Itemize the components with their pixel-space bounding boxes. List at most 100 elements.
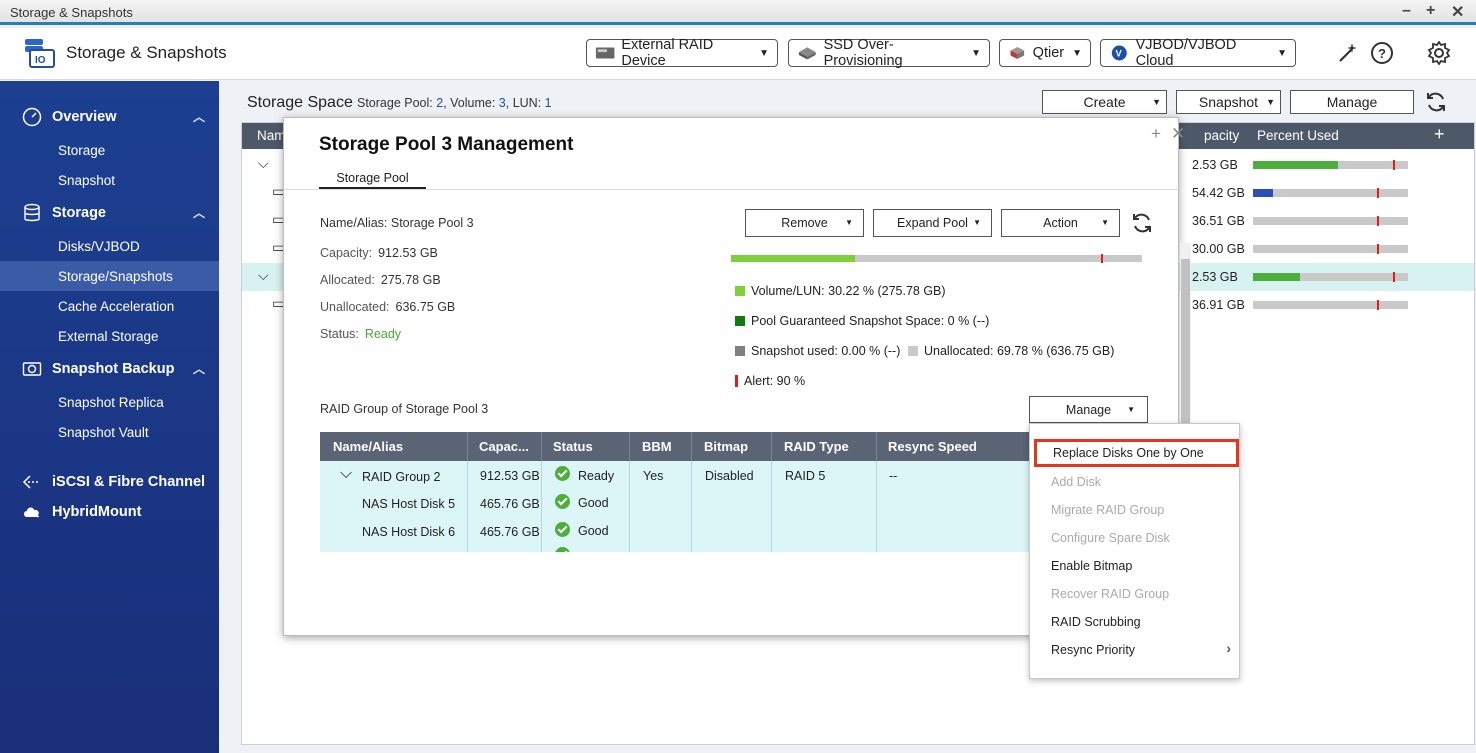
qtier-button[interactable]: Qtier ▼ [999, 39, 1091, 67]
menu-item-replace-disks[interactable]: Replace Disks One by One [1034, 439, 1239, 467]
disk-status: Good [578, 524, 609, 538]
legend-guaranteed: Pool Guaranteed Snapshot Space: 0 % (--) [735, 314, 989, 328]
chevron-down-icon: ▼ [1072, 47, 1082, 59]
column-header-bbm[interactable]: BBM [642, 439, 672, 454]
percent-used-fill [1253, 273, 1300, 281]
remove-button[interactable]: Remove ▼ [745, 209, 864, 237]
column-header-status[interactable]: Status [553, 439, 593, 454]
legend-volume: Volume/LUN: 30.22 % (275.78 GB) [735, 284, 946, 298]
chevron-down-icon: ▼ [1277, 47, 1287, 59]
legend-swatch [735, 286, 745, 296]
legend-swatch [735, 346, 745, 356]
column-header-name[interactable]: Name/Alias [333, 439, 403, 454]
column-header-capacity[interactable]: pacity [1204, 128, 1239, 143]
chevron-down-icon: ▼ [1127, 405, 1135, 414]
sidebar-item-disks-vjbod[interactable]: Disks/VJBOD [0, 231, 219, 261]
help-icon[interactable]: ? [1370, 41, 1394, 65]
check-circle-icon [555, 494, 570, 509]
tab-storage-pool[interactable]: Storage Pool [319, 171, 426, 189]
column-header-name[interactable]: Nam [257, 128, 286, 143]
sidebar-section-hybridmount[interactable]: HybridMount [0, 497, 219, 527]
legend-unallocated: Unallocated: 69.78 % (636.75 GB) [908, 344, 1114, 358]
row-capacity: 2.53 GB [1192, 270, 1238, 284]
raid-table-header: Name/Alias Capac... Status BBM Bitmap RA… [320, 432, 1084, 461]
chevron-down-icon: ▼ [759, 47, 769, 59]
sidebar-section-snapshot-backup[interactable]: Snapshot Backup ︿ [0, 354, 219, 384]
raid-table-body: ⌵ RAID Group 2 912.53 GB Ready Yes Disab… [320, 461, 1084, 552]
sidebar-item-storage-snapshots[interactable]: Storage/Snapshots [0, 261, 219, 291]
disk-capacity: 465.76 GB [480, 525, 540, 539]
alert-marker [1392, 160, 1395, 170]
sidebar-section-overview[interactable]: Overview ︿ [0, 102, 219, 132]
disk-status: Good [578, 496, 609, 510]
sidebar-section-label: Overview [52, 109, 117, 125]
sidebar-section-storage[interactable]: Storage ︿ [0, 198, 219, 228]
expand-chevron-icon[interactable]: ⌵ [258, 155, 269, 172]
maximize-icon[interactable]: + [1151, 124, 1161, 144]
pool-unallocated: Unallocated: 636.75 GB [320, 300, 456, 314]
menu-item-raid-scrubbing[interactable]: RAID Scrubbing [1030, 608, 1239, 636]
magic-wand-icon[interactable] [1336, 41, 1360, 65]
maximize-icon[interactable]: + [1426, 2, 1435, 20]
raid-manage-button[interactable]: Manage ▼ [1029, 396, 1148, 423]
menu-item-enable-bitmap[interactable]: Enable Bitmap [1030, 552, 1239, 580]
column-header-percent-used[interactable]: Percent Used [1257, 128, 1339, 143]
action-button[interactable]: Action ▼ [1001, 209, 1120, 237]
scrollbar-thumb[interactable] [1181, 259, 1190, 429]
create-button[interactable]: Create ▼ [1042, 90, 1167, 114]
close-icon[interactable]: ✕ [1451, 2, 1464, 22]
close-icon[interactable]: ✕ [1171, 124, 1185, 144]
sidebar-item-storage[interactable]: Storage [0, 135, 219, 165]
minimize-icon[interactable]: – [1402, 2, 1411, 20]
column-header-capacity[interactable]: Capac... [479, 439, 529, 454]
add-column-icon[interactable]: + [1434, 124, 1445, 145]
column-header-bitmap[interactable]: Bitmap [704, 439, 748, 454]
vjbod-cloud-button[interactable]: V VJBOD/VJBOD Cloud ▼ [1100, 37, 1296, 69]
gear-icon[interactable] [1427, 41, 1451, 65]
chevron-down-icon: ▼ [1266, 97, 1275, 107]
disk-name[interactable]: NAS Host Disk 5 [362, 497, 455, 511]
percent-used-fill [1253, 161, 1339, 169]
window-titlebar: Storage & Snapshots – + ✕ [0, 0, 1476, 25]
chevron-up-icon: ︿ [193, 110, 206, 124]
chevron-up-icon: ︿ [193, 362, 206, 376]
sidebar-section-iscsi[interactable]: iSCSI & Fibre Channel [0, 467, 219, 497]
refresh-icon[interactable] [1424, 90, 1448, 114]
manage-button[interactable]: Manage [1290, 90, 1414, 114]
legend-swatch [908, 346, 918, 356]
chevron-right-icon: › [1226, 640, 1231, 656]
column-header-raid-type[interactable]: RAID Type [784, 439, 849, 454]
expand-chevron-icon[interactable]: ⌵ [258, 267, 269, 284]
external-raid-device-label: External RAID Device [621, 37, 714, 69]
sidebar-item-snapshot-replica[interactable]: Snapshot Replica [0, 387, 219, 417]
alert-marker [1392, 272, 1395, 282]
raid-group-name[interactable]: RAID Group 2 [362, 470, 441, 484]
svg-text:V: V [1116, 49, 1123, 59]
alert-marker [1377, 216, 1379, 226]
window-title: Storage & Snapshots [10, 5, 133, 20]
external-raid-device-button[interactable]: External RAID Device ▼ [586, 37, 778, 69]
menu-item-resync-priority[interactable]: Resync Priority › [1030, 636, 1239, 664]
check-circle-icon [555, 547, 570, 552]
expand-chevron-icon[interactable]: ⌵ [340, 465, 352, 483]
chevron-down-icon: ▼ [1152, 97, 1161, 107]
alert-marker [1377, 244, 1379, 254]
column-header-resync-speed[interactable]: Resync Speed [888, 439, 977, 454]
refresh-icon[interactable] [1130, 211, 1154, 235]
legend-swatch [735, 316, 745, 326]
sidebar-item-cache-acceleration[interactable]: Cache Acceleration [0, 291, 219, 321]
disk-name[interactable]: NAS Host Disk 6 [362, 525, 455, 539]
sidebar-item-snapshot-vault[interactable]: Snapshot Vault [0, 417, 219, 447]
vjbod-icon: V [1111, 45, 1127, 61]
raid-manage-menu: Replace Disks One by One Add Disk Migrat… [1029, 423, 1240, 679]
raid-group-capacity: 912.53 GB [480, 469, 540, 483]
camera-icon [22, 362, 42, 376]
sidebar-item-external-storage[interactable]: External Storage [0, 321, 219, 351]
raid-group-bitmap: Disabled [705, 469, 754, 483]
expand-pool-button[interactable]: Expand Pool ▼ [873, 209, 992, 237]
menu-item-add-disk: Add Disk [1051, 475, 1102, 489]
sidebar-section-label: Snapshot Backup [52, 361, 175, 377]
snapshot-button[interactable]: Snapshot ▼ [1176, 90, 1281, 114]
ssd-over-provisioning-button[interactable]: SSD Over-Provisioning ▼ [788, 37, 990, 69]
sidebar-item-snapshot[interactable]: Snapshot [0, 165, 219, 195]
